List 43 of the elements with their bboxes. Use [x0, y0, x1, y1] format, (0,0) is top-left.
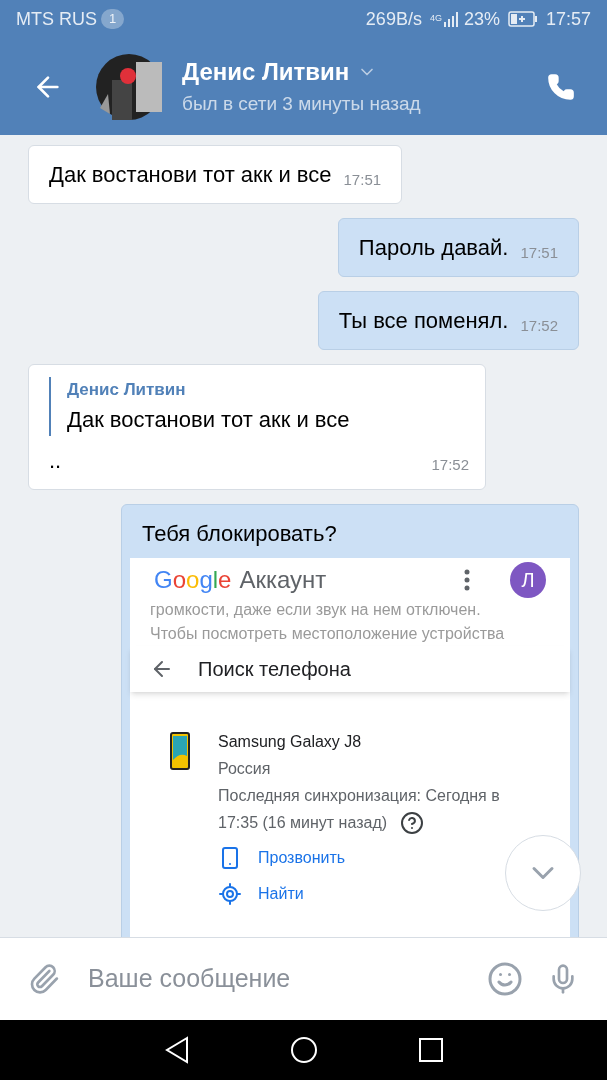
- home-icon[interactable]: [289, 1036, 318, 1064]
- network-type: 4G: [429, 12, 442, 26]
- recents-icon[interactable]: [417, 1037, 444, 1063]
- message-time: 17:52: [431, 455, 469, 475]
- contact-status: был в сети 3 минуты назад: [182, 92, 421, 117]
- message-composer[interactable]: Ваше сообщение: [0, 937, 607, 1020]
- battery-percent: 23%: [463, 7, 500, 31]
- quote-author: Денис Литвин: [67, 379, 187, 401]
- quote-text: Дак востанови тот акк и все: [67, 405, 351, 434]
- notification-count: 1: [101, 9, 125, 29]
- avatar[interactable]: [96, 53, 162, 120]
- faded-text: громкости, даже если звук на нем отключен.: [149, 599, 482, 620]
- phone-icon: [170, 731, 190, 770]
- account-title: Аккаунт: [239, 567, 327, 592]
- message-text: Пароль давай.: [358, 234, 509, 262]
- google-logo: Google: [154, 567, 232, 592]
- message-text: Дак востанови тот акк и все: [49, 161, 332, 189]
- message-time: 17:52: [520, 315, 558, 336]
- battery-icon: [507, 11, 538, 27]
- message-text: Тебя блокировать?: [142, 519, 338, 548]
- clock: 17:57: [545, 7, 591, 31]
- faded-text: Чтобы посмотреть местоположение устройства: [149, 623, 506, 644]
- device-name: Samsung Galaxy J8: [218, 731, 363, 752]
- signal-icon: [443, 11, 460, 27]
- network-speed: 269B/s: [365, 7, 422, 31]
- call-icon[interactable]: [547, 72, 575, 101]
- avatar-letter: Л: [510, 561, 546, 598]
- page-title: Поиск телефона: [198, 656, 351, 682]
- sync-info: Последняя синхронизация: Сегодня в 17:35 (16 минут назад): [218, 781, 538, 836]
- message-text: ..: [49, 446, 62, 475]
- message-time: 17:51: [520, 242, 558, 263]
- message-text: Ты все поменял.: [338, 307, 509, 335]
- help-icon: [399, 811, 424, 836]
- action-link[interactable]: Прозвонить: [258, 844, 346, 871]
- carrier-name: MTS RUS: [16, 7, 97, 31]
- attach-icon[interactable]: [28, 963, 60, 995]
- emoji-icon[interactable]: [487, 961, 523, 997]
- device-country: Россия: [218, 758, 272, 779]
- contact-name[interactable]: Денис Литвин: [182, 54, 350, 91]
- action-link[interactable]: Найти: [258, 880, 304, 907]
- back-icon[interactable]: [163, 1036, 190, 1064]
- more-icon: [464, 568, 470, 591]
- message-time: 17:51: [343, 169, 382, 190]
